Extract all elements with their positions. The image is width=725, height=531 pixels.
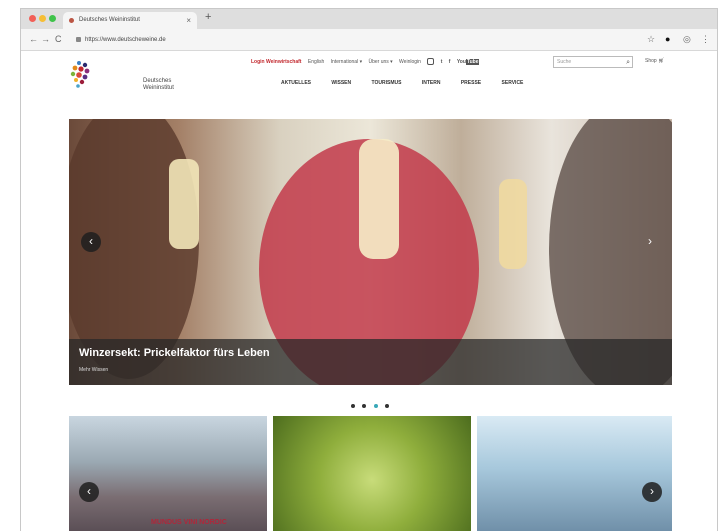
search-field[interactable]: Suche ⌕ <box>553 56 633 68</box>
menu-icon[interactable]: ⋮ <box>701 34 710 45</box>
carousel-dot-active[interactable] <box>373 404 378 408</box>
nav-presse[interactable]: PRESSE <box>461 80 481 86</box>
teaser-tile[interactable]: ‹ MUNDUS VINI NORDIC <box>69 416 267 531</box>
nav-wissen[interactable]: WISSEN <box>331 80 351 86</box>
carousel-dot[interactable] <box>385 404 390 408</box>
cart-icon: 🛒︎ <box>658 58 665 64</box>
nav-tourismus[interactable]: TOURISMUS <box>372 80 402 86</box>
bookmark-star-icon[interactable]: ☆ <box>647 34 655 45</box>
site-logo[interactable]: Deutsches Weininstitut <box>67 60 174 96</box>
new-tab-button[interactable]: + <box>205 11 211 23</box>
hero-slider[interactable]: ‹ › Winzersekt: Prickelfaktor fürs Leben… <box>69 119 672 385</box>
profile-icon[interactable]: ◎ <box>683 34 691 45</box>
facebook-icon[interactable]: f <box>449 59 451 65</box>
main-nav: AKTUELLES WISSEN TOURISMUS INTERN PRESSE… <box>281 80 542 86</box>
hero-caption: Winzersekt: Prickelfaktor fürs Leben Meh… <box>69 339 672 385</box>
hero-more-link[interactable]: Mehr Wissen <box>79 367 108 373</box>
tab-title: Deutsches Weininstitut <box>79 17 140 23</box>
instagram-icon[interactable] <box>427 58 435 65</box>
carousel-dot[interactable] <box>351 404 355 408</box>
international-dropdown[interactable]: International ▾ <box>331 59 362 65</box>
maximize-window-button[interactable] <box>49 15 56 22</box>
browser-window: Deutsches Weininstitut × + ← → C https:/… <box>20 8 718 531</box>
utility-nav: Login Weinwirtschaft English Internation… <box>251 58 489 65</box>
twitter-icon[interactable]: t <box>441 59 443 65</box>
logo-text: Deutsches Weininstitut <box>143 78 174 91</box>
nav-aktuelles[interactable]: AKTUELLES <box>281 80 311 86</box>
minimize-window-button[interactable] <box>39 15 46 22</box>
website: Deutsches Weininstitut Login Weinwirtsch… <box>21 52 717 531</box>
url-text: https://www.deutscheweine.de <box>85 37 166 43</box>
tab-bar: Deutsches Weininstitut × + <box>21 9 717 29</box>
shop-link[interactable]: Shop 🛒︎ <box>645 58 664 64</box>
nav-service[interactable]: SERVICE <box>502 80 524 86</box>
carousel-dot[interactable] <box>362 404 367 408</box>
tab-close-icon[interactable]: × <box>186 12 191 29</box>
hero-prev-button[interactable]: ‹ <box>81 232 101 252</box>
hero-next-button[interactable]: › <box>640 232 660 252</box>
weinlogin-link[interactable]: Weinlogin <box>399 59 421 65</box>
close-window-button[interactable] <box>29 15 36 22</box>
address-bar: ← → C https://www.deutscheweine.de ☆ ● ◎… <box>21 29 717 51</box>
tiles-prev-button[interactable]: ‹ <box>79 482 99 502</box>
forward-button[interactable]: → <box>41 34 50 44</box>
ueber-uns-dropdown[interactable]: Über uns ▾ <box>368 59 392 65</box>
logo-dots-icon <box>70 61 90 88</box>
hero-title: Winzersekt: Prickelfaktor fürs Leben <box>79 347 270 359</box>
tiles-next-button[interactable]: › <box>642 482 662 502</box>
favicon-icon <box>69 18 74 23</box>
search-placeholder: Suche <box>557 59 572 65</box>
carousel-dots <box>351 395 392 413</box>
browser-tab[interactable]: Deutsches Weininstitut × <box>63 12 197 29</box>
extension-icon[interactable]: ● <box>665 34 670 44</box>
reload-button[interactable]: C <box>55 34 62 44</box>
url-field[interactable]: https://www.deutscheweine.de <box>75 33 635 47</box>
search-icon[interactable]: ⌕ <box>626 57 630 68</box>
teaser-tile[interactable]: › <box>477 416 672 531</box>
nav-intern[interactable]: INTERN <box>422 80 441 86</box>
back-button[interactable]: ← <box>29 34 38 44</box>
english-link[interactable]: English <box>308 59 324 65</box>
tile-caption: MUNDUS VINI NORDIC <box>151 519 227 526</box>
lock-icon <box>76 37 81 42</box>
login-link[interactable]: Login Weinwirtschaft <box>251 59 301 65</box>
teaser-tile[interactable] <box>273 416 471 531</box>
youtube-icon[interactable]: YouTube <box>457 58 485 65</box>
